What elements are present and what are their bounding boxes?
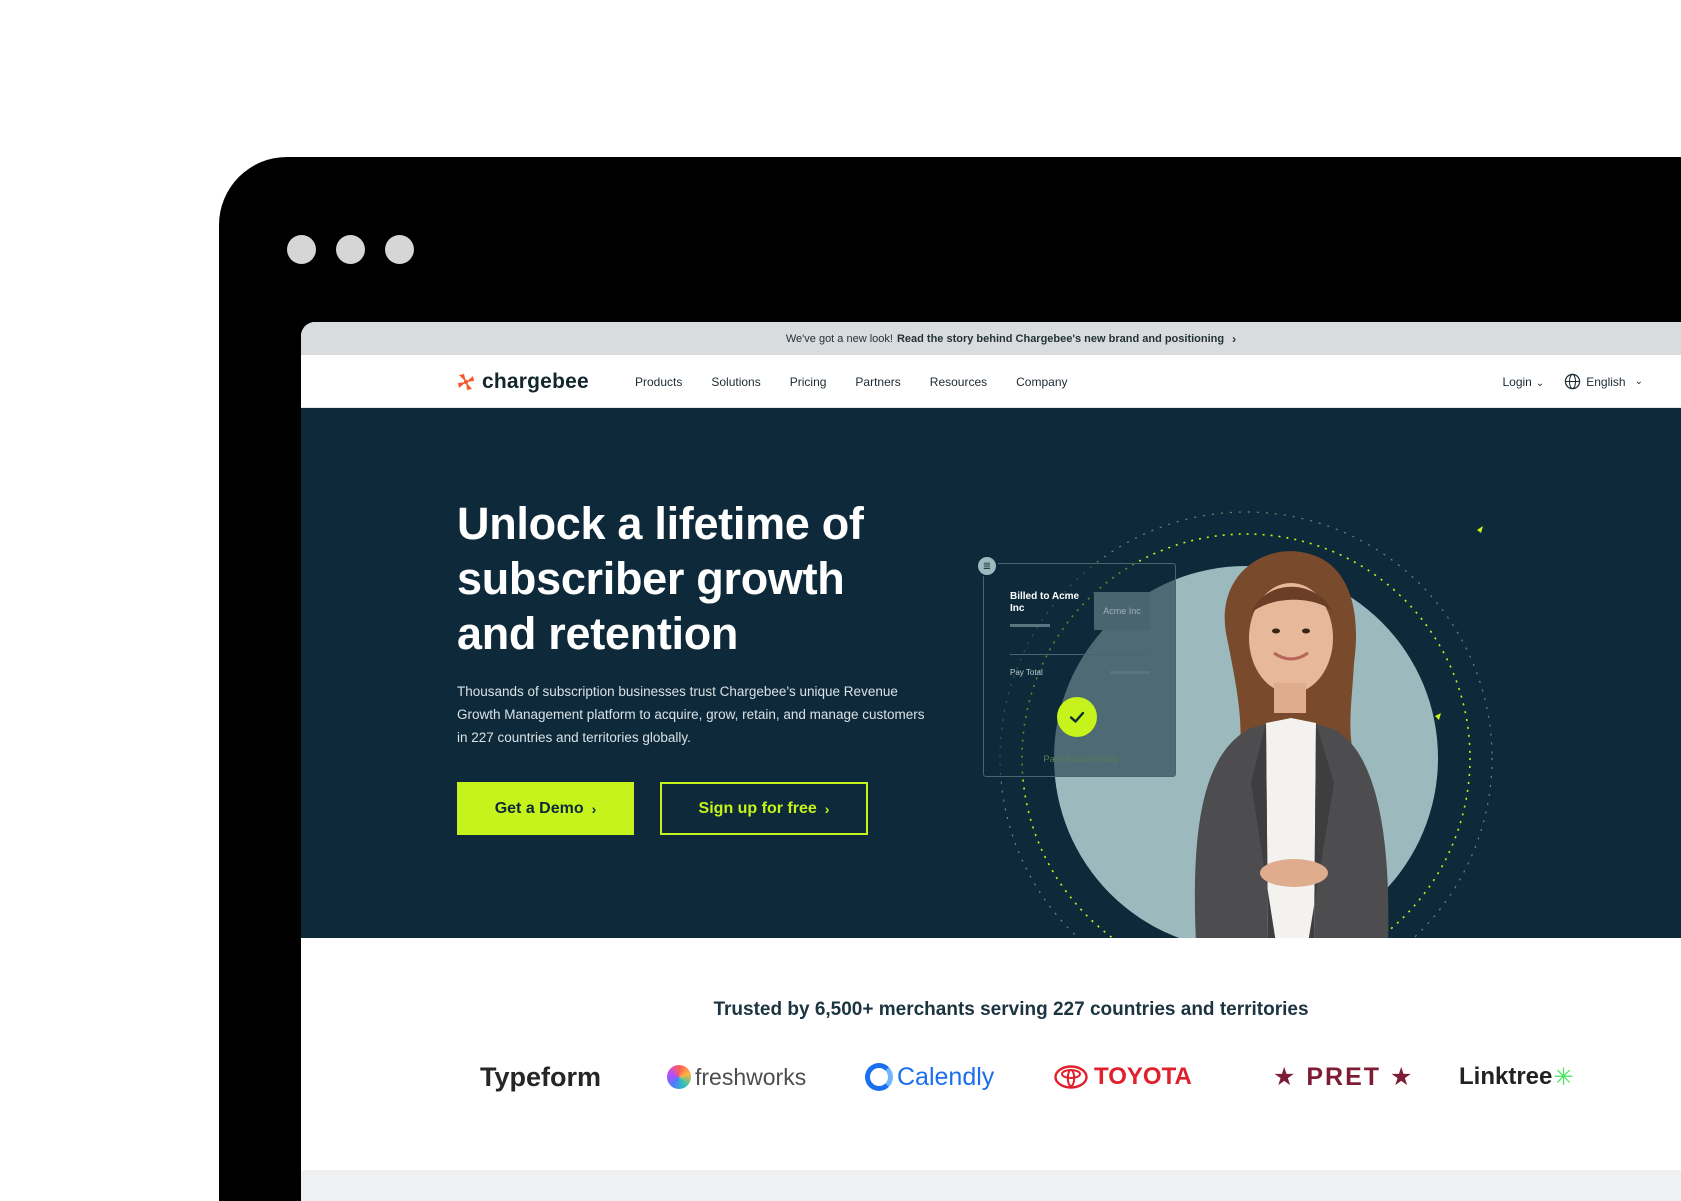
acme-badge: Acme Inc <box>1094 592 1150 630</box>
menu-item-company[interactable]: Company <box>1016 375 1067 389</box>
chargebee-wordmark: chargebee <box>482 369 589 393</box>
menu-item-pricing[interactable]: Pricing <box>790 375 827 389</box>
invoice-divider <box>1010 654 1150 655</box>
next-section-band <box>301 1170 1681 1201</box>
hero-person-illustration <box>1194 551 1389 938</box>
linktree-mark-icon: ✳ <box>1553 1063 1574 1091</box>
chargebee-logo[interactable]: chargebee <box>456 355 589 408</box>
website-screen: We've got a new look! Read the story beh… <box>301 322 1681 1201</box>
linktree-wordmark: Linktree <box>1459 1063 1553 1090</box>
nav-utilities: Login ⌄ English ⌄ <box>1502 355 1643 408</box>
orbit-arrow <box>1435 713 1441 720</box>
freshworks-wordmark: freshworks <box>695 1063 807 1090</box>
linktree-logo: Linktree ✳ <box>1459 1057 1573 1097</box>
menu-item-solutions[interactable]: Solutions <box>711 375 760 389</box>
pret-logo: ★ PRET ★ <box>1273 1063 1415 1091</box>
window-dot-close[interactable] <box>287 235 316 264</box>
pay-total-placeholder-bar <box>1110 671 1150 674</box>
trusted-headline: Trusted by 6,500+ merchants serving 227 … <box>713 999 1309 1020</box>
login-dropdown[interactable]: Login ⌄ <box>1502 375 1544 389</box>
check-icon <box>1057 697 1097 737</box>
invoice-card: ≣ Billed to Acme Inc Acme Inc Pay Total … <box>976 555 1176 777</box>
window-dot-minimize[interactable] <box>336 235 365 264</box>
chevron-down-icon: ⌄ <box>1634 376 1643 387</box>
announcement-bar[interactable]: We've got a new look! Read the story beh… <box>301 322 1681 355</box>
hero-title: Unlock a lifetime of subscriber growth a… <box>457 498 864 659</box>
menu-item-partners[interactable]: Partners <box>855 375 900 389</box>
billed-to-label: Billed to Acme Inc <box>1010 591 1080 614</box>
globe-icon <box>1565 373 1581 390</box>
chevron-right-icon: › <box>824 800 830 817</box>
sign-up-free-label: Sign up for free <box>698 799 817 817</box>
toyota-logo: TOYOTA <box>1054 1057 1192 1097</box>
toyota-emblem-icon <box>1054 1065 1088 1089</box>
customer-logos: Typeform freshworks Calendly TOYOTA ★ PR… <box>301 1057 1681 1097</box>
paid-status: Paid Successfully <box>1043 754 1118 765</box>
calendly-logo: Calendly <box>865 1057 994 1097</box>
toyota-wordmark: TOYOTA <box>1094 1063 1192 1090</box>
get-a-demo-label: Get a Demo <box>494 799 584 817</box>
calendly-mark-icon <box>865 1063 893 1091</box>
stage: We've got a new look! Read the story beh… <box>0 0 1681 1201</box>
hero-description: Thousands of subscription businesses tru… <box>457 684 925 745</box>
announcement-link[interactable]: Read the story behind Chargebee's new br… <box>897 333 1224 345</box>
document-icon: ≣ <box>976 555 998 577</box>
billed-placeholder-bar <box>1010 624 1050 627</box>
chevron-right-icon: › <box>1232 331 1237 346</box>
window-dot-maximize[interactable] <box>385 235 414 264</box>
login-label: Login <box>1502 374 1532 389</box>
main-menu: Products Solutions Pricing Partners Reso… <box>635 355 1097 408</box>
language-label: English <box>1586 374 1626 389</box>
get-a-demo-button[interactable]: Get a Demo › <box>457 782 634 835</box>
chargebee-logo-icon <box>458 373 474 390</box>
freshworks-logo: freshworks <box>667 1057 806 1097</box>
sign-up-free-button[interactable]: Sign up for free › <box>660 782 868 835</box>
menu-item-resources[interactable]: Resources <box>930 375 987 389</box>
top-navigation: chargebee Products Solutions Pricing Par… <box>301 355 1681 408</box>
pay-total-label: Pay Total <box>1010 668 1043 677</box>
calendly-wordmark: Calendly <box>897 1062 995 1091</box>
orbit-arrow <box>1477 526 1483 533</box>
window-controls <box>287 235 414 264</box>
hero-section: Unlock a lifetime of subscriber growth a… <box>301 408 1681 938</box>
chevron-right-icon: › <box>591 800 597 817</box>
freshworks-mark-icon <box>667 1065 691 1089</box>
chevron-down-icon: ⌄ <box>1535 377 1545 389</box>
typeform-logo: Typeform <box>480 1061 602 1092</box>
language-dropdown[interactable]: English ⌄ <box>1564 373 1643 390</box>
announcement-lead: We've got a new look! <box>785 332 893 345</box>
menu-item-products[interactable]: Products <box>635 375 682 389</box>
